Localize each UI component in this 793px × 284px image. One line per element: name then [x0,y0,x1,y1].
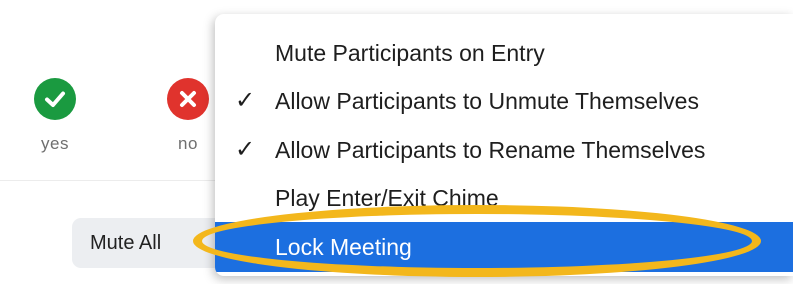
x-circle-icon [167,78,209,120]
feedback-no[interactable]: no [158,78,218,154]
checkmark-icon: ✓ [235,87,256,114]
feedback-yes-label: yes [41,134,69,153]
menu-item-label: Mute Participants on Entry [275,40,545,66]
menu-item-mute-on-entry[interactable]: Mute Participants on Entry [215,28,793,78]
menu-item-allow-unmute[interactable]: ✓ Allow Participants to Unmute Themselve… [215,76,793,126]
mute-all-button[interactable]: Mute All [72,218,232,268]
menu-item-label: Allow Participants to Unmute Themselves [275,88,699,114]
more-options-menu: Mute Participants on Entry ✓ Allow Parti… [215,14,793,276]
panel-divider [0,180,240,181]
check-circle-icon [34,78,76,120]
menu-item-enter-exit-chime[interactable]: Play Enter/Exit Chime [215,173,793,223]
menu-item-label: Lock Meeting [275,234,412,260]
screenshot-stage: yes no Mute All Mute Participants on Ent… [0,0,793,284]
menu-item-label: Play Enter/Exit Chime [275,185,499,211]
feedback-yes[interactable]: yes [25,78,85,154]
feedback-no-label: no [178,134,198,153]
checkmark-icon: ✓ [235,136,256,163]
menu-item-label: Allow Participants to Rename Themselves [275,137,706,163]
menu-item-lock-meeting[interactable]: Lock Meeting [215,222,793,272]
menu-item-allow-rename[interactable]: ✓ Allow Participants to Rename Themselve… [215,125,793,175]
